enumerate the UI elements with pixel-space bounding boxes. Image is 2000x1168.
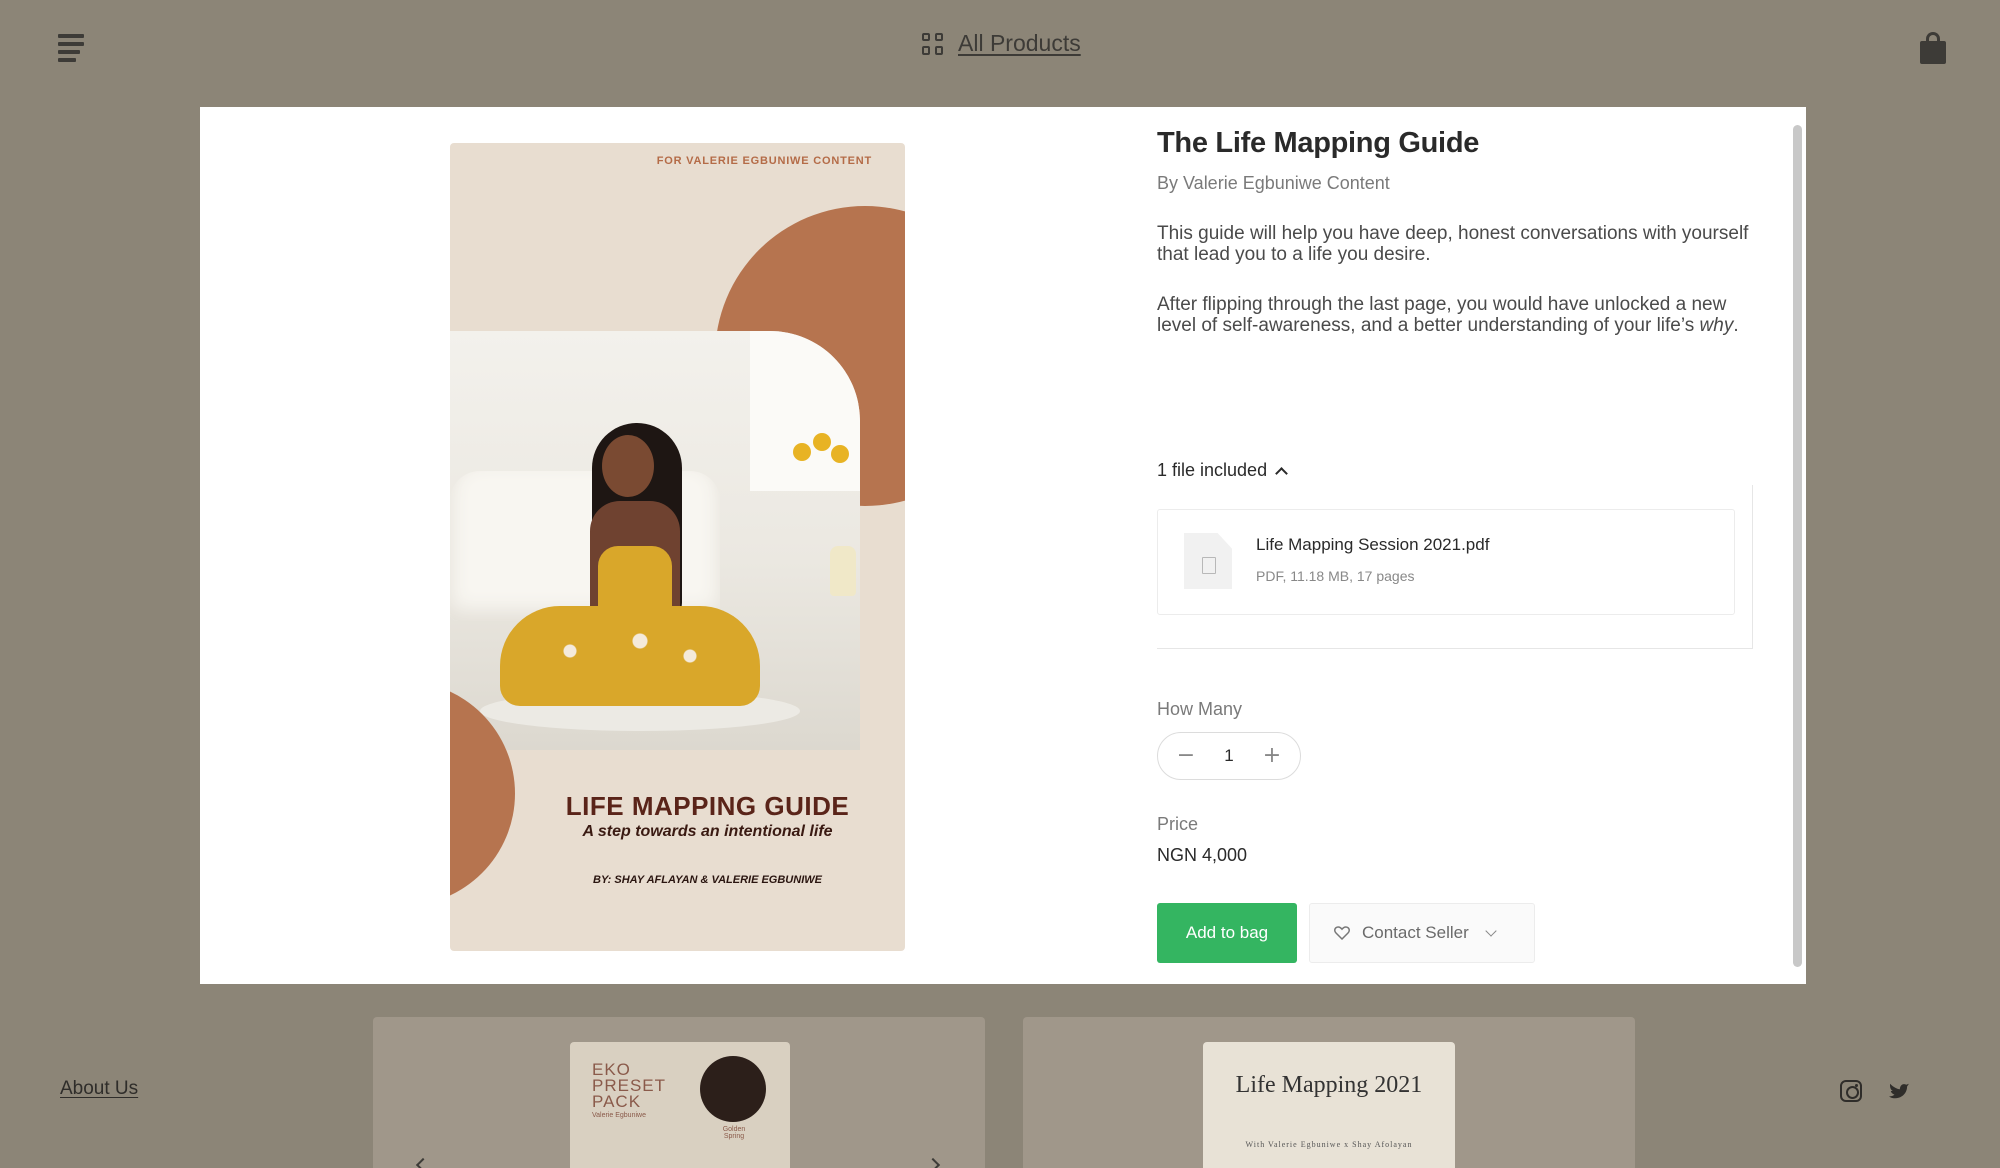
thumbnail-title: EKO PRESET PACK (592, 1060, 666, 1111)
contact-seller-button[interactable]: Contact Seller (1309, 903, 1535, 963)
cover-subtitle: A step towards an intentional life (582, 823, 833, 840)
chevron-up-icon (1275, 467, 1288, 480)
product-title: The Life Mapping Guide (1157, 127, 1480, 159)
chevron-left-icon[interactable] (415, 1157, 431, 1168)
description-paragraph: This guide will help you have deep, hone… (1157, 223, 1749, 265)
product-thumbnail: EKO PRESET PACK Valerie Egbuniwe Golden … (570, 1042, 790, 1168)
thumbnail-subtitle: Valerie Egbuniwe (592, 1112, 646, 1119)
price-value: NGN 4,000 (1157, 845, 1248, 865)
product-card-life-mapping-2021[interactable]: Life Mapping 2021 With Valerie Egbuniwe … (1023, 1017, 1635, 1168)
chevron-down-icon (1485, 925, 1497, 937)
cover-byline: BY: SHAY AFLAYAN & VALERIE EGBUNIWE (593, 874, 822, 886)
product-thumbnail: Life Mapping 2021 With Valerie Egbuniwe … (1203, 1042, 1455, 1168)
quantity-label: How Many (1157, 699, 1243, 719)
thumbnail-subtitle: With Valerie Egbuniwe x Shay Afolayan (1245, 1140, 1413, 1149)
files-included-toggle[interactable]: 1 file included (1157, 460, 1288, 481)
files-included-label: 1 file included (1157, 460, 1268, 480)
modal-scrollbar[interactable] (1793, 125, 1802, 967)
contact-seller-label: Contact Seller (1362, 923, 1469, 942)
file-icon (1184, 533, 1232, 589)
cover-title: LIFE MAPPING GUIDE (565, 791, 850, 821)
product-card-eko-preset[interactable]: EKO PRESET PACK Valerie Egbuniwe Golden … (373, 1017, 985, 1168)
quantity-value[interactable]: 1 (1224, 746, 1233, 766)
price-label: Price (1157, 814, 1199, 834)
all-products-link[interactable]: All Products (958, 30, 1081, 57)
product-author: By Valerie Egbuniwe Content (1157, 173, 1390, 193)
heart-icon (1334, 926, 1350, 940)
quantity-stepper: − 1 + (1157, 732, 1301, 780)
increment-button[interactable]: + (1260, 744, 1284, 768)
twitter-icon[interactable] (1888, 1082, 1910, 1100)
file-meta: PDF, 11.18 MB, 17 pages (1256, 568, 1415, 584)
thumbnail-caption: Golden Spring (722, 1126, 746, 1140)
decrement-button[interactable]: − (1174, 744, 1198, 768)
files-panel: Life Mapping Session 2021.pdf PDF, 11.18… (1157, 485, 1753, 649)
product-description: This guide will help you have deep, hone… (1157, 223, 1757, 365)
chevron-right-icon[interactable] (925, 1157, 941, 1168)
about-us-link[interactable]: About Us (60, 1078, 138, 1100)
shopping-bag-icon[interactable] (1920, 32, 1946, 64)
thumbnail-photo (700, 1056, 766, 1122)
product-cover-image: FOR VALERIE EGBUNIWE CONTENT LIFE MAPPIN… (450, 143, 905, 951)
file-name: Life Mapping Session 2021.pdf (1256, 535, 1490, 554)
instagram-icon[interactable] (1840, 1080, 1862, 1102)
thumbnail-title: Life Mapping 2021 (1235, 1072, 1423, 1098)
menu-icon[interactable] (58, 34, 84, 62)
grid-icon (922, 32, 944, 55)
product-modal: FOR VALERIE EGBUNIWE CONTENT LIFE MAPPIN… (200, 107, 1806, 984)
file-item[interactable]: Life Mapping Session 2021.pdf PDF, 11.18… (1157, 509, 1735, 615)
add-to-bag-button[interactable]: Add to bag (1157, 903, 1297, 963)
cover-photo (450, 331, 860, 750)
description-paragraph: After flipping through the last page, yo… (1157, 294, 1739, 336)
all-products-nav[interactable]: All Products (922, 30, 1081, 57)
cover-top-text: FOR VALERIE EGBUNIWE CONTENT (656, 155, 872, 167)
